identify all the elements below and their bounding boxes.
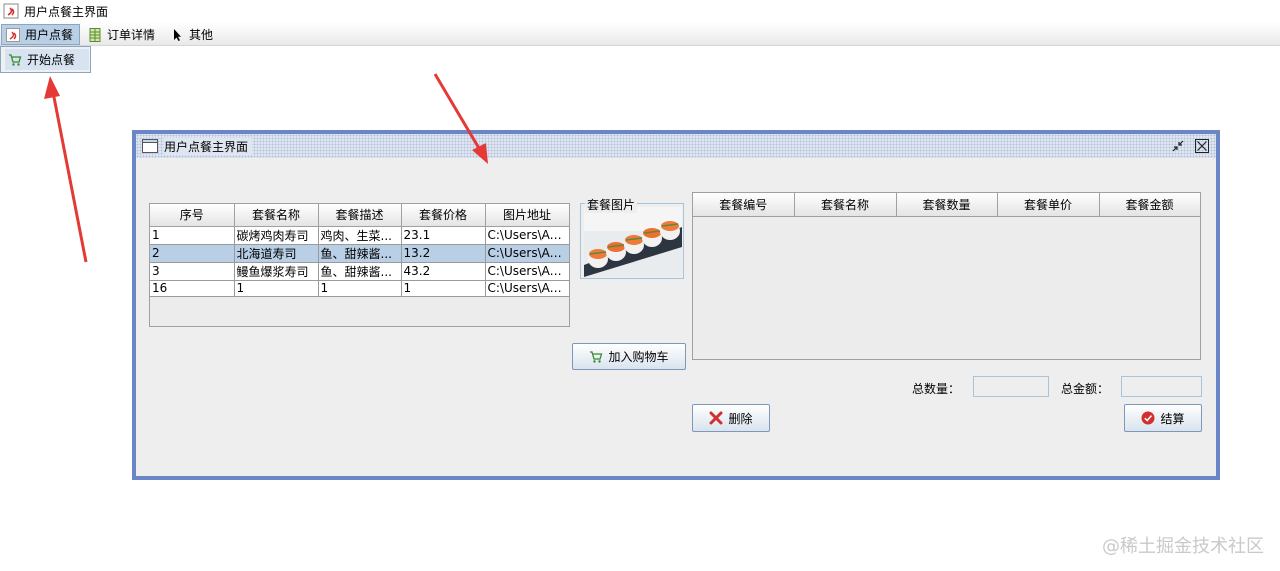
total-quantity-label: 总数量：: [912, 382, 961, 396]
restore-icon[interactable]: [1170, 138, 1186, 154]
table-cell: 1: [318, 280, 402, 297]
add-to-cart-button[interactable]: 加入购物车: [572, 343, 686, 370]
total-amount-label: 总金额：: [1061, 382, 1110, 396]
table-cell: C:\Users\Ad...: [485, 244, 570, 263]
app-logo-icon: [6, 27, 20, 42]
table-cell: C:\Users\Ad...: [485, 262, 570, 281]
column-header-id[interactable]: 序号: [150, 204, 235, 227]
table-cell: 碳烤鸡肉寿司: [234, 226, 319, 245]
menu-item-start-order-label: 开始点餐: [27, 53, 76, 67]
menu-bar: 用户点餐 订单详情 其他: [0, 22, 1280, 46]
internal-frame: 用户点餐主界面 序号 套餐名称 套餐描述 套餐价格 图片地址 1 碳烤鸡肉寿司 …: [132, 130, 1220, 480]
table-cell: 3: [150, 262, 235, 281]
column-header-quantity[interactable]: 套餐数量: [896, 193, 998, 217]
table-row[interactable]: 1 碳烤鸡肉寿司 鸡肉、生菜... 23.1 C:\Users\Ad...: [150, 226, 570, 245]
cart-icon: [590, 350, 603, 363]
checkout-button-label: 结算: [1160, 411, 1185, 426]
menu-user-order-label: 用户点餐: [25, 28, 74, 42]
menu-other-label: 其他: [189, 28, 214, 42]
java-app-icon: [3, 3, 19, 19]
table-cell: 23.1: [401, 226, 486, 245]
user-order-dropdown: 开始点餐: [0, 46, 91, 73]
checkout-button[interactable]: 结算: [1124, 404, 1202, 432]
window-icon: [142, 139, 158, 153]
table-cell: C:\Users\Ad...: [485, 280, 570, 297]
column-header-meal-id[interactable]: 套餐编号: [693, 193, 795, 217]
table-cell: C:\Users\Ad...: [485, 226, 570, 245]
app-title: 用户点餐主界面: [24, 4, 109, 19]
table-cell: 鱼、甜辣酱...: [318, 262, 402, 281]
watermark: @稀土掘金技术社区: [1102, 536, 1264, 557]
annotation-arrow: [44, 76, 88, 263]
table-cell: 1: [150, 226, 235, 245]
column-header-amount[interactable]: 套餐金额: [1099, 193, 1201, 217]
app-title-bar: 用户点餐主界面: [0, 0, 1280, 22]
table-cell: 鳗鱼爆浆寿司: [234, 262, 319, 281]
image-panel-title: 套餐图片: [585, 196, 638, 213]
menu-item-start-order[interactable]: 开始点餐: [5, 49, 89, 70]
table-cell: 北海道寿司: [234, 244, 319, 263]
meal-image-panel: [580, 203, 684, 279]
meal-table: 序号 套餐名称 套餐描述 套餐价格 图片地址 1 碳烤鸡肉寿司 鸡肉、生菜...…: [149, 203, 570, 327]
total-quantity-field[interactable]: [973, 376, 1049, 397]
cart-icon: [9, 53, 22, 66]
table-row[interactable]: 3 鳗鱼爆浆寿司 鱼、甜辣酱... 43.2 C:\Users\Ad...: [150, 262, 570, 281]
menu-order-details-label: 订单详情: [107, 28, 156, 42]
meal-table-header: 序号 套餐名称 套餐描述 套餐价格 图片地址: [150, 204, 570, 227]
internal-frame-title-bar[interactable]: 用户点餐主界面: [136, 134, 1216, 158]
column-header-name[interactable]: 套餐名称: [234, 204, 319, 227]
delete-button[interactable]: 删除: [692, 404, 770, 432]
column-header-image-path[interactable]: 图片地址: [485, 204, 570, 227]
menu-user-order[interactable]: 用户点餐: [1, 24, 81, 45]
table-cell: 13.2: [401, 244, 486, 263]
table-cell: 1: [401, 280, 486, 297]
close-icon[interactable]: [1194, 138, 1210, 154]
internal-frame-title: 用户点餐主界面: [164, 137, 253, 155]
column-header-meal-name[interactable]: 套餐名称: [794, 193, 897, 217]
table-cell: 16: [150, 280, 235, 297]
column-header-price[interactable]: 套餐价格: [401, 204, 486, 227]
table-row-selected[interactable]: 2 北海道寿司 鱼、甜辣酱... 13.2 C:\Users\Ad...: [150, 244, 570, 263]
sushi-photo: [584, 207, 682, 277]
table-cell: 鱼、甜辣酱...: [318, 244, 402, 263]
add-to-cart-label: 加入购物车: [608, 350, 669, 364]
column-header-unit-price[interactable]: 套餐单价: [997, 193, 1100, 217]
cart-table-header: 套餐编号 套餐名称 套餐数量 套餐单价 套餐金额: [693, 193, 1201, 217]
table-row[interactable]: 16 1 1 1 C:\Users\Ad...: [150, 280, 570, 297]
delete-button-label: 删除: [728, 411, 753, 426]
menu-other[interactable]: 其他: [166, 24, 219, 45]
cursor-icon: [174, 28, 181, 41]
table-cell: 2: [150, 244, 235, 263]
table-cell: 1: [234, 280, 319, 297]
checkmark-circle-icon: [1141, 411, 1155, 425]
spreadsheet-icon: [89, 27, 101, 42]
delete-x-icon: [709, 411, 723, 425]
cart-table: 套餐编号 套餐名称 套餐数量 套餐单价 套餐金额: [692, 192, 1201, 360]
total-amount-field[interactable]: [1121, 376, 1202, 397]
table-cell: 鸡肉、生菜...: [318, 226, 402, 245]
menu-order-details[interactable]: 订单详情: [84, 24, 161, 45]
table-cell: 43.2: [401, 262, 486, 281]
column-header-description[interactable]: 套餐描述: [318, 204, 402, 227]
